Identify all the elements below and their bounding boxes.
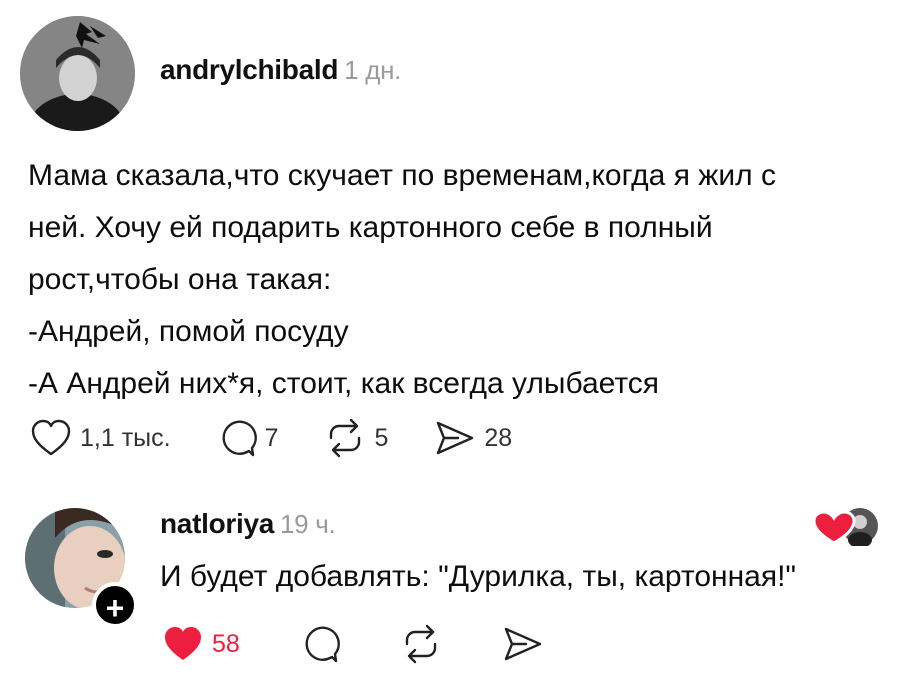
post-text-line: Мама сказала,что скучает по временам,ког…: [28, 159, 776, 192]
repost-count: 5: [374, 423, 389, 452]
comment-icon: [300, 624, 340, 664]
post-text: Мама сказала,что скучает по временам,ког…: [28, 150, 888, 410]
repost-button[interactable]: 5: [324, 418, 388, 458]
author-liked-badge: [812, 506, 878, 548]
reply-author[interactable]: natloriya 19 ч.: [160, 508, 336, 540]
follow-button[interactable]: +: [92, 582, 138, 628]
username[interactable]: natloriya: [160, 508, 274, 539]
heart-filled-icon: [162, 625, 204, 663]
heart-icon: [30, 419, 72, 457]
like-button[interactable]: 58: [162, 625, 240, 663]
comment-button[interactable]: [300, 624, 340, 664]
reply-actions: 58: [162, 624, 604, 664]
send-icon: [502, 625, 544, 663]
reply-text: И будет добавлять: "Дурилка, ты, картонн…: [160, 560, 797, 593]
avatar[interactable]: [20, 16, 135, 131]
post-author[interactable]: andrylchibald 1 дн.: [160, 54, 401, 86]
comment-icon: [217, 418, 257, 458]
post-actions: 1,1 тыс. 7 5 28: [30, 418, 558, 458]
send-icon: [434, 419, 476, 457]
comment-button[interactable]: 7: [217, 418, 279, 458]
post: andrylchibald 1 дн. Мама сказала,что скуч…: [0, 0, 900, 480]
username[interactable]: andrylchibald: [160, 54, 338, 85]
comment-count: 7: [264, 423, 279, 452]
repost-icon: [324, 418, 366, 458]
like-count: 58: [212, 629, 240, 658]
like-count: 1,1 тыс.: [80, 423, 171, 452]
repost-button[interactable]: [400, 624, 442, 664]
share-button[interactable]: [502, 625, 544, 663]
post-text-line: рост,чтобы она такая:: [28, 263, 332, 296]
repost-icon: [400, 624, 442, 664]
like-button[interactable]: 1,1 тыс.: [30, 419, 171, 457]
share-button[interactable]: 28: [434, 419, 512, 457]
post-text-line: ней. Хочу ей подарить картонного себе в …: [28, 211, 713, 244]
timestamp: 19 ч.: [280, 509, 336, 539]
timestamp: 1 дн.: [344, 55, 402, 85]
post-text-line: -А Андрей них*я, стоит, как всегда улыба…: [28, 367, 659, 400]
share-count: 28: [484, 423, 513, 452]
post-text-line: -Андрей, помой посуду: [28, 315, 349, 348]
